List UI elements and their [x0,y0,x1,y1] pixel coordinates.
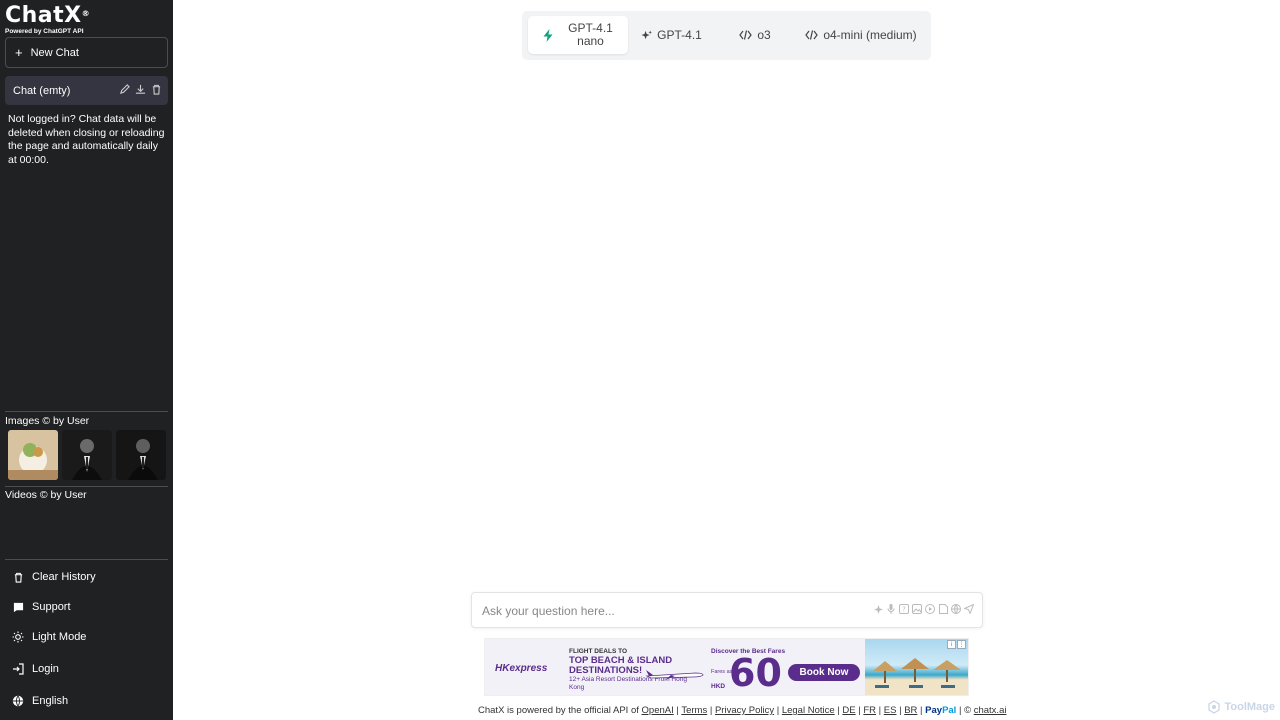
menu-label: Light Mode [32,631,87,643]
footer-text: ChatX is powered by the official API of [478,705,639,716]
model-option-o3[interactable]: o3 [720,16,790,54]
paypal-text-a: Pay [925,705,943,716]
plus-icon: + [15,45,23,60]
image-gallery [8,430,166,480]
footer-link-de[interactable]: DE [842,705,855,716]
ad-currency: HKD [711,683,726,690]
footer: ChatX is powered by the official API of … [478,705,1007,716]
globe-icon[interactable] [951,604,961,614]
image-thumbnail[interactable] [62,430,112,480]
video-icon[interactable] [925,604,935,614]
globe-icon [12,695,24,707]
footer-link-legal[interactable]: Legal Notice [782,705,835,716]
advertisement-banner[interactable]: HKexpress FLIGHT DEALS TO TOP BEACH & IS… [484,638,969,696]
image-thumbnail[interactable] [8,430,58,480]
sparkle-icon[interactable] [873,604,883,614]
watermark: ToolMage [1207,700,1275,714]
edit-icon[interactable] [119,84,131,96]
logo-subtitle: Powered by ChatGPT API [5,28,84,35]
new-chat-button[interactable]: + New Chat [5,37,168,68]
model-label: o4-mini (medium) [823,27,917,42]
footer-link-terms[interactable]: Terms [681,705,707,716]
file-icon[interactable] [938,604,948,614]
paypal-link[interactable]: PayPal [925,705,956,716]
divider [5,559,168,560]
menu-label: Clear History [32,571,96,583]
chat-input[interactable] [482,601,862,621]
send-icon[interactable] [964,604,974,614]
model-option-gpt-4-1[interactable]: GPT-4.1 [634,16,709,54]
light-mode-button[interactable]: Light Mode [0,622,173,652]
model-label: GPT-4.1 nano [568,21,613,48]
sidebar: ChatX® Powered by ChatGPT API + New Chat… [0,0,173,720]
logo-text: ChatX [5,3,82,28]
watermark-text: ToolMage [1224,701,1275,713]
ad-brand-logo: HKexpress [495,663,548,674]
lightning-icon [543,28,554,42]
divider [5,486,168,487]
footer-link-openai[interactable]: OpenAI [642,705,674,716]
svg-text:?: ? [902,606,906,614]
images-label: Images © by User [5,415,90,427]
footer-link-privacy[interactable]: Privacy Policy [715,705,774,716]
ad-price: 60 [729,651,782,695]
model-label: o3 [757,27,771,42]
chat-bubble-icon [12,601,24,613]
language-button[interactable]: English [0,686,173,716]
copyright-symbol: © [964,705,972,716]
footer-link-domain[interactable]: chatx.ai [974,705,1007,716]
menu-label: Support [32,601,71,613]
footer-link-es[interactable]: ES [884,705,897,716]
new-chat-label: New Chat [30,46,79,59]
model-option-gpt-4-1-nano[interactable]: GPT-4.1 nano [528,16,628,54]
trash-icon [12,571,24,583]
videos-label: Videos © by User [5,489,87,501]
login-button[interactable]: Login [0,654,173,684]
support-button[interactable]: Support [0,592,173,622]
ad-info-icon[interactable]: i [947,640,956,649]
image-thumbnail[interactable] [116,430,166,480]
sidebar-menu: Clear History Support Light Mode Login E… [0,562,173,716]
guest-notice: Not logged in? Chat data will be deleted… [8,113,165,166]
footer-link-fr[interactable]: FR [863,705,876,716]
model-label: GPT-4.1 [657,27,702,42]
menu-label: Login [32,663,59,675]
trash-icon[interactable] [151,84,163,96]
image-icon[interactable] [912,604,922,614]
chat-history-item[interactable]: Chat (emty) [5,76,168,105]
airplane-icon [645,670,704,680]
ad-book-now-button[interactable]: Book Now [788,664,860,681]
menu-label: English [32,695,69,707]
input-tools: ? [873,604,974,614]
code-icon [805,30,819,40]
paypal-text-b: Pal [942,705,957,716]
download-icon[interactable] [135,84,147,96]
logo-trademark: ® [81,9,91,18]
logo[interactable]: ChatX® Powered by ChatGPT API [5,3,91,36]
model-selector: GPT-4.1 nano GPT-4.1 o3 o4-mini (medium) [522,11,931,60]
chat-item-label: Chat (emty) [13,84,71,97]
login-icon [12,663,24,675]
sparkle-icon [641,29,653,41]
sun-icon [12,631,24,643]
ad-close-icon[interactable]: ⋮ [957,640,966,649]
clear-history-button[interactable]: Clear History [0,562,173,592]
divider [5,411,168,412]
model-option-o4-mini[interactable]: o4-mini (medium) [798,16,924,54]
ad-choices[interactable]: i ⋮ [947,640,966,649]
ad-headline-small: FLIGHT DEALS TO [569,648,628,655]
code-icon [739,30,753,40]
chat-input-container: ? [471,592,983,628]
microphone-icon[interactable] [886,604,896,614]
question-icon[interactable]: ? [899,604,909,614]
footer-link-br[interactable]: BR [904,705,917,716]
watermark-logo-icon [1208,700,1221,714]
